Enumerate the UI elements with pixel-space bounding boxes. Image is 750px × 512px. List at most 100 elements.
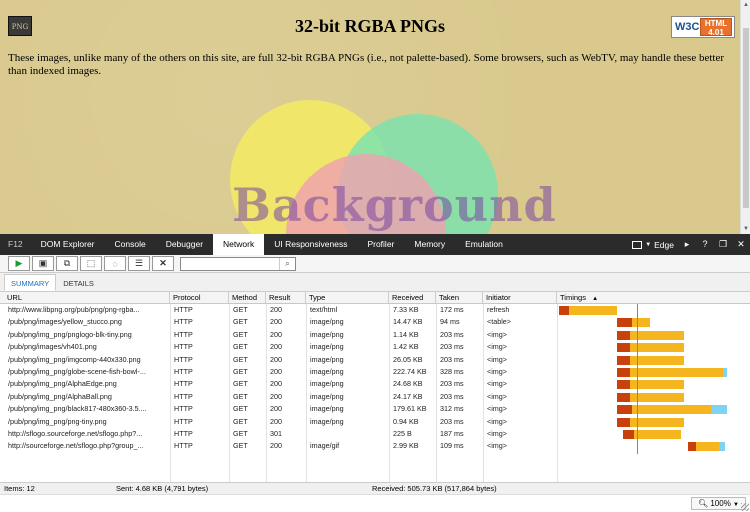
chevron-down-icon: ▼	[733, 502, 739, 508]
timing-bar-segment	[630, 392, 685, 402]
tab-network[interactable]: Network	[213, 234, 265, 255]
cell-initiator: <img>	[487, 428, 507, 438]
cell-type: image/png	[310, 342, 344, 352]
tab-memory[interactable]: Memory	[404, 234, 455, 255]
cell-initiator: <img>	[487, 329, 507, 339]
search-input[interactable]	[181, 257, 277, 270]
tab-console[interactable]: Console	[105, 234, 156, 255]
cell-url: http://sflogo.sourceforge.net/sflogo.php…	[8, 428, 143, 438]
cell-protocol: HTTP	[174, 428, 193, 438]
close-icon[interactable]: ✕	[732, 234, 750, 255]
export-icon[interactable]: ▣	[32, 256, 54, 271]
column-header-type[interactable]: Type	[306, 292, 389, 304]
search-box[interactable]: ⌕	[180, 256, 296, 271]
cell-type: image/png	[310, 391, 344, 401]
cell-protocol: HTTP	[174, 441, 193, 451]
zoom-level: 100%	[710, 499, 731, 508]
cell-protocol: HTTP	[174, 416, 193, 426]
dom-content-loaded-marker	[637, 304, 638, 454]
webpage-viewport: Background PNG 32-bit RGBA PNGs W3C HTML…	[0, 0, 740, 234]
timing-bar-segment	[630, 355, 685, 365]
scroll-up-arrow-icon[interactable]: ▲	[741, 0, 750, 10]
cell-protocol: HTTP	[174, 379, 193, 389]
column-header-timings[interactable]: Timings ▲	[557, 292, 750, 304]
page-scrollbar[interactable]: ▲ ▼	[740, 0, 750, 234]
cell-protocol: HTTP	[174, 404, 193, 414]
column-divider	[483, 304, 484, 482]
timing-bar-segment	[616, 405, 633, 415]
tab-emulation[interactable]: Emulation	[455, 234, 513, 255]
network-requests-grid: URL Protocol Method Result Type Received…	[0, 292, 750, 482]
column-header-result[interactable]: Result	[266, 292, 306, 304]
cell-protocol: HTTP	[174, 329, 193, 339]
cell-url: /pub/png/img_png/png-tiny.png	[8, 416, 107, 426]
column-header-taken[interactable]: Taken	[436, 292, 483, 304]
tab-details[interactable]: DETAILS	[56, 274, 101, 291]
cell-taken: 203 ms	[440, 342, 464, 352]
timing-bar-segment	[616, 355, 631, 365]
cell-result: 200	[270, 342, 282, 352]
help-icon[interactable]: ?	[696, 234, 714, 255]
cell-method: GET	[233, 416, 248, 426]
clear-cache-icon[interactable]: ⬚	[80, 256, 102, 271]
timing-bar-segment	[632, 405, 712, 415]
zoom-bar: 🔍︎ 100% ▼	[0, 494, 750, 512]
clear-cookies-icon[interactable]: ◌	[104, 256, 126, 271]
cell-result: 200	[270, 441, 282, 451]
tab-ui-responsiveness[interactable]: UI Responsiveness	[264, 234, 357, 255]
network-toolbar: ▶ ▣ ⧉ ⬚ ◌ ☰ ✕ ⌕	[0, 255, 750, 273]
column-header-received[interactable]: Received	[389, 292, 436, 304]
always-refresh-icon[interactable]: ⧉	[56, 256, 78, 271]
zoom-selector[interactable]: 🔍︎ 100% ▼	[690, 497, 746, 510]
monitor-icon	[632, 240, 643, 249]
cell-method: GET	[233, 366, 248, 376]
cell-initiator: <img>	[487, 342, 507, 352]
timing-bar-segment	[559, 306, 569, 315]
cell-type: image/png	[310, 329, 344, 339]
cell-initiator: <img>	[487, 391, 507, 401]
timing-bar-segment	[696, 442, 720, 452]
search-icon[interactable]: ⌕	[279, 257, 295, 270]
cell-received: 26.05 KB	[393, 354, 423, 364]
tab-summary[interactable]: SUMMARY	[4, 274, 57, 291]
tab-profiler[interactable]: Profiler	[357, 234, 404, 255]
grid-header: URL Protocol Method Result Type Received…	[0, 292, 750, 304]
column-header-url[interactable]: URL	[4, 292, 170, 304]
resize-grip-icon[interactable]	[741, 503, 749, 511]
tab-debugger[interactable]: Debugger	[156, 234, 213, 255]
cell-initiator: <img>	[487, 366, 507, 376]
cell-type: text/html	[310, 305, 338, 314]
scrollbar-thumb[interactable]	[743, 28, 749, 208]
column-header-protocol[interactable]: Protocol	[170, 292, 229, 304]
scroll-down-arrow-icon[interactable]: ▼	[741, 224, 750, 234]
cell-received: 14.47 KB	[393, 317, 423, 327]
start-profiling-icon[interactable]: ▶	[8, 256, 30, 271]
document-mode-label: Edge	[654, 239, 674, 250]
cell-received: 7.33 KB	[393, 305, 419, 314]
column-divider	[557, 304, 558, 482]
clear-entries-icon[interactable]: ☰	[128, 256, 150, 271]
timing-bar-segment	[630, 367, 724, 377]
cell-result: 200	[270, 354, 282, 364]
cell-result: 200	[270, 305, 282, 314]
cell-received: 24.68 KB	[393, 379, 423, 389]
timing-bar-segment	[568, 306, 617, 315]
cell-result: 301	[270, 428, 282, 438]
console-icon[interactable]: ▸	[678, 234, 696, 255]
background-word-image: Background	[232, 178, 557, 232]
timings-header-label: Timings	[560, 293, 586, 302]
cell-received: 225 B	[393, 428, 412, 438]
stop-icon[interactable]: ✕	[152, 256, 174, 271]
w3c-html-badge[interactable]: W3C HTML 4.01	[671, 16, 735, 38]
tab-dom-explorer[interactable]: DOM Explorer	[31, 234, 105, 255]
column-header-method[interactable]: Method	[229, 292, 266, 304]
view-tabs: SUMMARY DETAILS	[0, 273, 750, 292]
timing-bar-segment	[616, 343, 631, 353]
zoom-icon: 🔍︎	[697, 499, 709, 508]
document-mode-selector[interactable]: ▼ Edge	[628, 234, 678, 255]
undock-icon[interactable]: ❐	[714, 234, 732, 255]
column-header-initiator[interactable]: Initiator	[483, 292, 557, 304]
cell-result: 200	[270, 416, 282, 426]
cell-taken: 109 ms	[440, 441, 464, 451]
cell-result: 200	[270, 329, 282, 339]
